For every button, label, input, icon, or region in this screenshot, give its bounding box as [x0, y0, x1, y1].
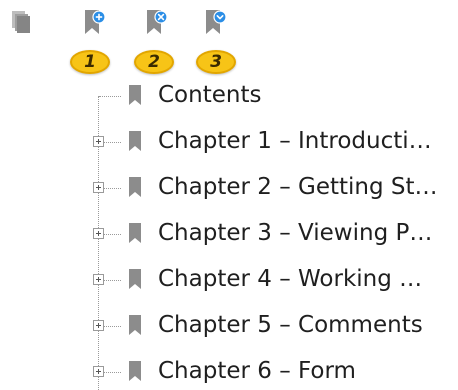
- expand-icon[interactable]: [93, 136, 104, 147]
- bookmark-delete-icon[interactable]: [144, 8, 168, 36]
- bookmark-icon: [129, 361, 141, 381]
- expand-icon[interactable]: [93, 274, 104, 285]
- bookmark-item-chapter-6[interactable]: Chapter 6 – Form: [0, 349, 458, 390]
- bookmark-label: Chapter 5 – Comments: [158, 312, 423, 338]
- bookmark-label: Chapter 3 – Viewing P…: [158, 220, 433, 246]
- expand-icon[interactable]: [93, 366, 104, 377]
- tree-branch-line: [99, 96, 121, 97]
- bookmark-label: Chapter 6 – Form: [158, 358, 356, 384]
- expand-icon[interactable]: [93, 182, 104, 193]
- expand-icon[interactable]: [93, 320, 104, 331]
- bookmark-add-icon[interactable]: [82, 8, 106, 36]
- callout-3: 3: [196, 50, 236, 74]
- bookmark-icon: [129, 177, 141, 197]
- bookmark-item-chapter-5[interactable]: Chapter 5 – Comments: [0, 303, 458, 349]
- callout-2: 2: [134, 50, 174, 74]
- bookmarks-panel: 1 2 3 Contents Chapter 1 – Introducti… C…: [0, 0, 458, 390]
- bookmark-icon: [129, 315, 141, 335]
- bookmark-label: Contents: [158, 82, 262, 108]
- callout-1: 1: [70, 50, 110, 74]
- bookmark-icon: [129, 223, 141, 243]
- bookmark-icon: [129, 269, 141, 289]
- expand-icon[interactable]: [93, 228, 104, 239]
- bookmark-item-chapter-1[interactable]: Chapter 1 – Introducti…: [0, 119, 458, 165]
- bookmark-item-chapter-2[interactable]: Chapter 2 – Getting St…: [0, 165, 458, 211]
- bookmark-icon: [129, 85, 141, 105]
- bookmark-label: Chapter 4 – Working …: [158, 266, 423, 292]
- bookmark-item-contents[interactable]: Contents: [0, 73, 458, 119]
- bookmark-item-chapter-3[interactable]: Chapter 3 – Viewing P…: [0, 211, 458, 257]
- bookmark-label: Chapter 2 – Getting St…: [158, 174, 438, 200]
- bookmark-item-chapter-4[interactable]: Chapter 4 – Working …: [0, 257, 458, 303]
- bookmark-icon: [129, 131, 141, 151]
- bookmark-collapse-icon[interactable]: [203, 8, 227, 36]
- pages-icon[interactable]: [12, 11, 30, 33]
- bookmark-label: Chapter 1 – Introducti…: [158, 128, 432, 154]
